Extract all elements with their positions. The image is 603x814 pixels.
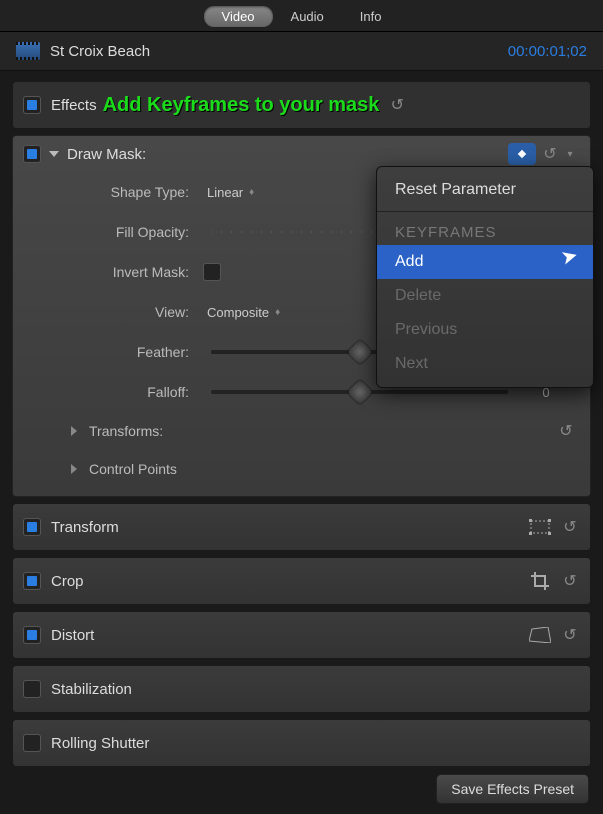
menu-next-keyframe: Next [377,347,593,381]
disclosure-triangle-icon[interactable] [71,464,77,474]
clip-icon [16,42,40,60]
disclosure-triangle-icon[interactable] [71,426,77,436]
draw-mask-section: Draw Mask: ↺ ▾ Reset Parameter KEYFRAMES… [12,135,591,497]
distort-enable-checkbox[interactable] [23,626,41,644]
invert-mask-label: Invert Mask: [13,264,203,280]
menu-reset-parameter[interactable]: Reset Parameter [377,173,593,207]
effects-enable-checkbox[interactable] [23,96,41,114]
shape-type-value: Linear [207,185,243,200]
effects-label: Effects [51,97,97,114]
transform-section[interactable]: Transform ↺ [12,503,591,551]
crop-tool-icon[interactable] [526,571,554,591]
invert-mask-checkbox[interactable] [203,263,221,281]
menu-separator [377,211,593,212]
view-dropdown[interactable]: Composite ♦ [203,305,284,320]
crop-label: Crop [51,573,526,590]
keyframe-button[interactable] [508,143,536,165]
draw-mask-enable-checkbox[interactable] [23,145,41,163]
stabilization-enable-checkbox[interactable] [23,680,41,698]
draw-mask-label: Draw Mask: [67,146,508,163]
distort-reset-icon[interactable]: ↺ [560,625,580,645]
save-effects-preset-button[interactable]: Save Effects Preset [436,774,589,804]
clip-name: St Croix Beach [50,43,508,60]
keyframe-context-menu: Reset Parameter KEYFRAMES Add Delete Pre… [376,166,594,388]
crop-enable-checkbox[interactable] [23,572,41,590]
menu-keyframes-heading: KEYFRAMES [377,216,593,245]
inspector-tabs: Video Audio Info [0,0,603,32]
distort-label: Distort [51,627,526,644]
view-label: View: [13,304,203,320]
transform-tool-icon[interactable] [526,517,554,537]
menu-previous-keyframe: Previous [377,313,593,347]
view-value: Composite [207,305,269,320]
menu-delete-keyframe: Delete [377,279,593,313]
transform-enable-checkbox[interactable] [23,518,41,536]
tab-audio[interactable]: Audio [273,6,342,27]
rolling-shutter-label: Rolling Shutter [51,735,580,752]
disclosure-triangle-icon[interactable] [49,151,59,157]
effects-header: Effects Add Keyframes to your mask ↺ [12,81,591,129]
shape-type-label: Shape Type: [13,184,203,200]
dropdown-caret-icon: ♦ [275,307,280,318]
draw-mask-menu-chevron-icon[interactable]: ▾ [560,149,580,160]
falloff-slider[interactable] [211,390,508,394]
rolling-shutter-enable-checkbox[interactable] [23,734,41,752]
clip-header: St Croix Beach 00:00:01;02 [0,32,603,71]
fill-opacity-label: Fill Opacity: [13,224,203,240]
shape-type-dropdown[interactable]: Linear ♦ [203,185,258,200]
stabilization-label: Stabilization [51,681,580,698]
crop-section[interactable]: Crop ↺ [12,557,591,605]
transform-reset-icon[interactable]: ↺ [560,517,580,537]
distort-section[interactable]: Distort ↺ [12,611,591,659]
dropdown-caret-icon: ♦ [249,187,254,198]
control-points-row[interactable]: Control Points [13,450,590,488]
transforms-label: Transforms: [89,423,163,439]
tab-video[interactable]: Video [204,6,273,27]
effects-reset-icon[interactable]: ↺ [387,95,407,115]
transform-label: Transform [51,519,526,536]
clip-timecode: 00:00:01;02 [508,43,587,60]
diamond-icon [515,147,529,161]
transforms-row[interactable]: Transforms: ↺ [13,412,590,450]
transforms-reset-icon[interactable]: ↺ [556,421,576,441]
crop-reset-icon[interactable]: ↺ [560,571,580,591]
control-points-label: Control Points [89,461,177,477]
stabilization-section[interactable]: Stabilization [12,665,591,713]
feather-label: Feather: [13,344,203,360]
falloff-label: Falloff: [13,384,203,400]
footer: Save Effects Preset [436,774,589,804]
distort-tool-icon[interactable] [526,625,554,645]
rolling-shutter-section[interactable]: Rolling Shutter [12,719,591,767]
tab-info[interactable]: Info [342,6,400,27]
draw-mask-reset-icon[interactable]: ↺ [540,144,560,164]
annotation-text: Add Keyframes to your mask [103,94,380,117]
